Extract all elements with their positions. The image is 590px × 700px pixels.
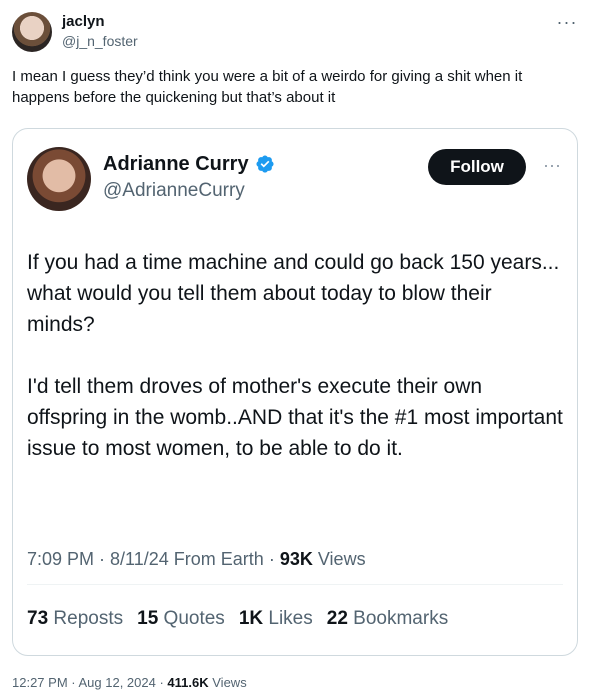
quoted-tweet-text: If you had a time machine and could go b… (27, 247, 563, 495)
separator: · (94, 549, 111, 569)
quoted-views-label: Views (317, 549, 366, 569)
quoted-handle[interactable]: @AdrianneCurry (103, 179, 275, 203)
quoted-source: From Earth (173, 549, 264, 569)
quoted-author-block: Adrianne Curry @AdrianneCurry (103, 151, 275, 203)
separator: · (155, 675, 168, 690)
tweet-text: I mean I guess they’d think you were a b… (12, 68, 523, 106)
handle[interactable]: @j_n_foster (62, 32, 138, 50)
footer-views-label: Views (212, 675, 247, 690)
quoted-tweet-card[interactable]: Adrianne Curry @AdrianneCurry Follow ···… (12, 128, 578, 656)
quoted-display-name[interactable]: Adrianne Curry (103, 151, 249, 177)
more-horizontal-icon[interactable]: ··· (539, 155, 565, 175)
quoted-paragraph: If you had a time machine and could go b… (27, 251, 560, 336)
bookmarks-stat[interactable]: 22 Bookmarks (327, 607, 448, 631)
footer-time[interactable]: 12:27 PM (12, 675, 68, 690)
verified-badge-icon (256, 155, 274, 173)
likes-stat[interactable]: 1K Likes (239, 607, 313, 631)
quoted-time[interactable]: 7:09 PM (27, 549, 94, 569)
separator: · (263, 549, 280, 569)
separator: · (67, 675, 79, 690)
quoted-timestamp-row: 7:09 PM · 8/11/24 From Earth · 93K Views (27, 547, 366, 571)
follow-button[interactable]: Follow (428, 149, 526, 185)
more-horizontal-icon[interactable]: ··· (556, 12, 578, 32)
footer-views-count: 411.6K (167, 675, 209, 690)
avatar[interactable] (12, 12, 52, 52)
quoted-date[interactable]: 8/11/24 (110, 549, 169, 569)
footer-date[interactable]: Aug 12, 2024 (79, 675, 156, 690)
author-block: jaclyn @j_n_foster (62, 12, 138, 50)
divider (27, 584, 563, 585)
quoted-avatar[interactable] (27, 147, 91, 211)
display-name[interactable]: jaclyn (62, 12, 138, 32)
tweet-footer-meta: 12:27 PM · Aug 12, 2024 · 411.6K Views (12, 674, 247, 692)
quoted-paragraph: I'd tell them droves of mother's execute… (27, 375, 563, 460)
reposts-stat[interactable]: 73 Reposts (27, 607, 123, 631)
outer-tweet-header: jaclyn @j_n_foster ··· (12, 12, 578, 56)
quoted-views-count: 93K (279, 549, 313, 569)
quoted-stats-row: 73 Reposts 15 Quotes 1K Likes 22 Bookmar… (27, 607, 448, 631)
quotes-stat[interactable]: 15 Quotes (137, 607, 225, 631)
